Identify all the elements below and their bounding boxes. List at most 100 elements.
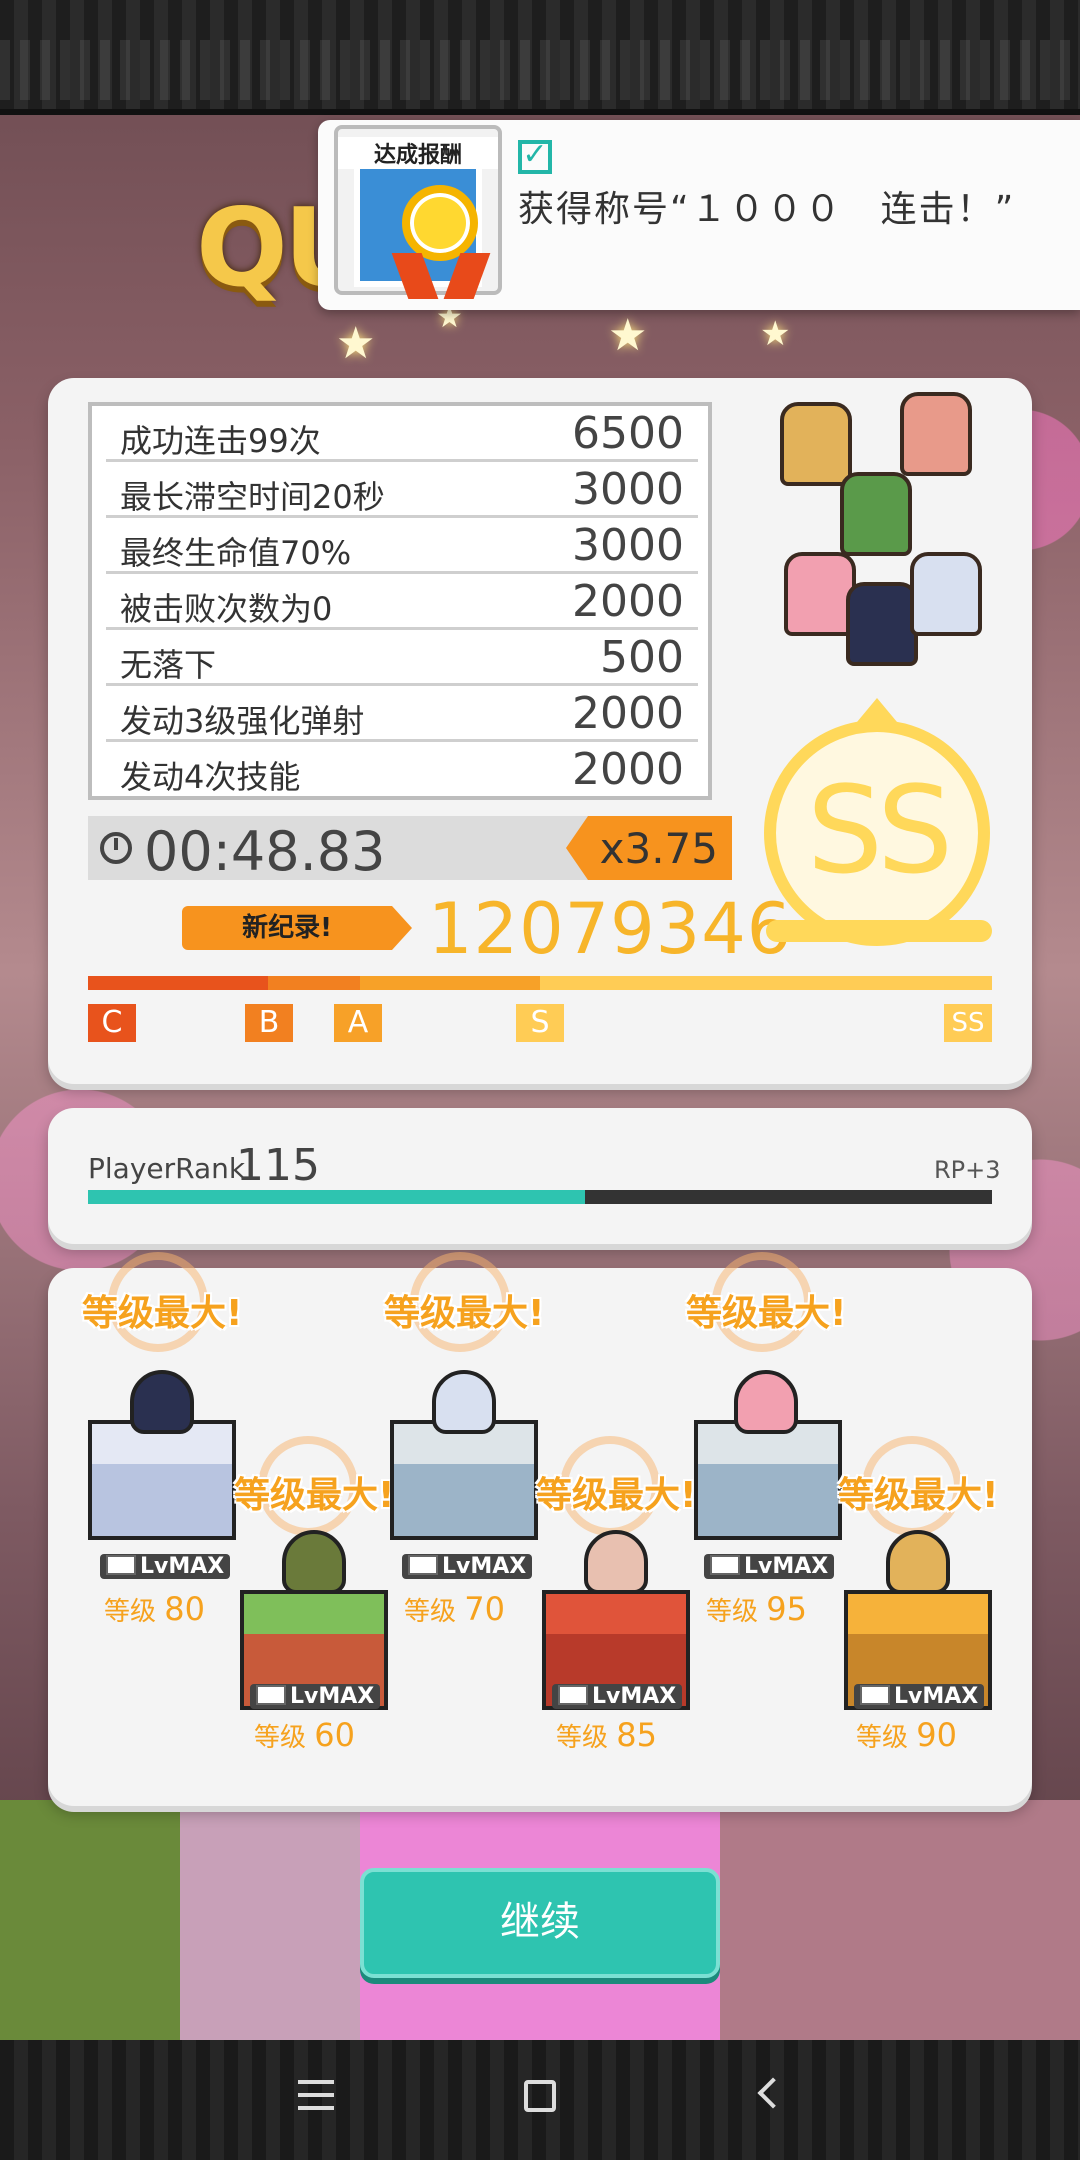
- unit-avatar: [734, 1370, 798, 1434]
- sparkle-icon: ★: [608, 310, 648, 361]
- unit-pedestal: [88, 1420, 236, 1540]
- level-max-label: 等级最大!: [536, 1475, 697, 1516]
- score-row-value: 3000: [572, 520, 684, 571]
- score-row-label: 最长滞空时间20秒: [120, 478, 385, 516]
- score-row-value: 500: [600, 632, 684, 683]
- unit-pedestal: [694, 1420, 842, 1540]
- rank-points-gained: RP+3: [934, 1156, 1001, 1184]
- player-rank-value: 115: [236, 1140, 320, 1191]
- unit-level: 等级 60: [254, 1716, 355, 1754]
- unit-level-prefix: 等级: [404, 1597, 457, 1627]
- notification-text: 获得称号“１０００ 连击！”: [518, 189, 1016, 230]
- grade-mark-ss: SS: [944, 1004, 992, 1042]
- rank-letter: SS: [806, 762, 953, 901]
- grade-segment-b: [268, 976, 360, 990]
- party-sprites: [770, 392, 990, 666]
- score-row: 发动3级强化弹射 2000: [106, 686, 698, 742]
- score-row-value: 2000: [572, 744, 684, 795]
- grade-mark-s: S: [516, 1004, 564, 1042]
- party-sprite: [780, 402, 852, 486]
- party-sprite: [900, 392, 972, 476]
- unit-avatar: [886, 1530, 950, 1594]
- score-row-value: 3000: [572, 464, 684, 515]
- grade-mark-a: A: [334, 1004, 382, 1042]
- lvmax-badge: LvMAX: [100, 1554, 231, 1579]
- unit-level-value: 85: [616, 1716, 657, 1754]
- grade-segment-c: [88, 976, 268, 990]
- top-decoration-bar: [0, 0, 1080, 115]
- badge-label: 达成报酬: [338, 137, 498, 169]
- level-max-label: 等级最大!: [234, 1475, 395, 1516]
- ribbon-right: [443, 253, 491, 299]
- pedestal-top: [546, 1594, 686, 1634]
- lvmax-badge: LvMAX: [402, 1554, 533, 1579]
- clear-time: 00:48.83: [144, 820, 386, 883]
- new-record-tag: 新纪录!: [182, 906, 412, 950]
- unit-level: 等级 85: [556, 1716, 657, 1754]
- level-max-label: 等级最大!: [82, 1293, 243, 1334]
- unit-level-value: 80: [164, 1590, 205, 1628]
- unit-level: 等级 95: [706, 1590, 807, 1628]
- unit-avatar: [432, 1370, 496, 1434]
- rank-emblem: SS: [764, 720, 990, 946]
- home-icon[interactable]: [524, 2080, 556, 2112]
- clear-time-bar: 00:48.83: [88, 816, 588, 883]
- score-row-value: 6500: [572, 408, 684, 459]
- grade-progress-bar: [88, 976, 992, 990]
- unit-level-prefix: 等级: [856, 1723, 909, 1753]
- grade-mark-c: C: [88, 1004, 136, 1042]
- party-sprite: [846, 582, 918, 666]
- score-breakdown-table: 成功连击99次 6500 最长滞空时间20秒 3000 最终生命值70% 300…: [88, 402, 712, 800]
- score-row-value: 2000: [572, 576, 684, 627]
- unit-level-prefix: 等级: [104, 1597, 157, 1627]
- unit-avatar: [282, 1530, 346, 1594]
- medal-icon: [402, 185, 478, 261]
- level-max-label: 等级最大!: [686, 1293, 847, 1334]
- unit-level-prefix: 等级: [556, 1723, 609, 1753]
- unit-level: 等级 80: [104, 1590, 205, 1628]
- pedestal-top: [244, 1594, 384, 1634]
- player-rank-label: PlayerRank: [88, 1152, 246, 1185]
- lvmax-badge: LvMAX: [552, 1684, 683, 1709]
- unit-level-value: 60: [314, 1716, 355, 1754]
- party-sprite: [840, 472, 912, 556]
- lvmax-badge: LvMAX: [854, 1684, 985, 1709]
- unit-avatar: [584, 1530, 648, 1594]
- check-icon: ✓: [518, 140, 552, 174]
- sparkle-icon: ★: [336, 318, 376, 369]
- menu-icon[interactable]: [298, 2080, 334, 2110]
- unit-level-prefix: 等级: [706, 1597, 759, 1627]
- score-row: 发动4次技能 2000: [106, 742, 698, 798]
- score-row: 被击败次数为0 2000: [106, 574, 698, 630]
- unit-level-value: 70: [464, 1590, 505, 1628]
- unit-pedestal: [390, 1420, 538, 1540]
- score-row: 无落下 500: [106, 630, 698, 686]
- unit-level-value: 95: [766, 1590, 807, 1628]
- lvmax-badge: LvMAX: [250, 1684, 381, 1709]
- pedestal-top: [848, 1594, 988, 1634]
- grade-segment-s: [540, 976, 992, 990]
- continue-button[interactable]: 继续: [360, 1868, 720, 1978]
- grade-segment-a: [360, 976, 540, 990]
- reward-badge: 达成报酬: [334, 125, 502, 299]
- score-row-label: 发动4次技能: [120, 758, 301, 796]
- level-max-label: 等级最大!: [384, 1293, 545, 1334]
- rank-emblem-base: [766, 920, 992, 942]
- score-row: 成功连击99次 6500: [106, 406, 698, 462]
- player-rank-progress: [88, 1190, 992, 1204]
- score-row-label: 无落下: [120, 646, 217, 684]
- score-row-value: 2000: [572, 688, 684, 739]
- unit-level: 等级 70: [404, 1590, 505, 1628]
- unit-level-value: 90: [916, 1716, 957, 1754]
- score-row-label: 成功连击99次: [120, 422, 321, 460]
- score-row-label: 发动3级强化弹射: [120, 702, 365, 740]
- level-max-label: 等级最大!: [838, 1475, 999, 1516]
- sparkle-icon: ★: [760, 314, 791, 354]
- score-row: 最终生命值70% 3000: [106, 518, 698, 574]
- score-row-label: 最终生命值70%: [120, 534, 352, 572]
- score-multiplier: x3.75: [566, 816, 732, 880]
- party-sprite: [910, 552, 982, 636]
- player-rank-progress-fill: [88, 1190, 586, 1204]
- score-row: 最长滞空时间20秒 3000: [106, 462, 698, 518]
- lvmax-badge: LvMAX: [704, 1554, 835, 1579]
